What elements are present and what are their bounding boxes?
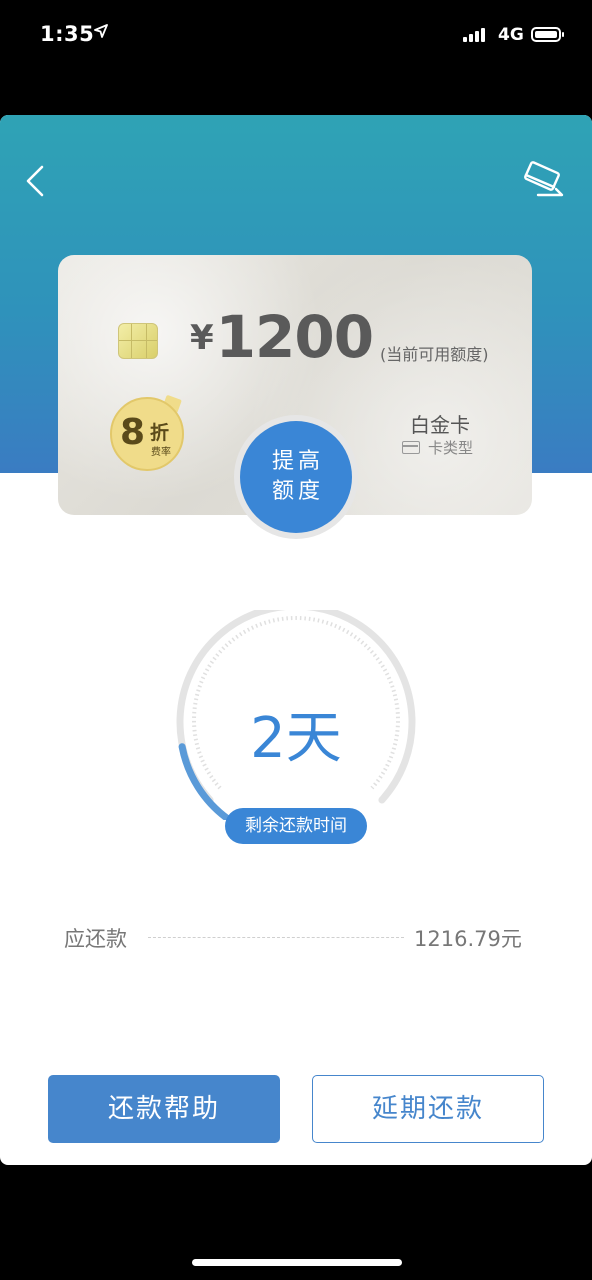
discount-caption: 费率 — [151, 447, 171, 458]
location-arrow-icon — [94, 24, 108, 38]
remaining-days: 2天 — [250, 706, 342, 771]
amount-due-label: 应还款 — [64, 927, 127, 951]
status-bar: 1:35 4G — [0, 0, 592, 74]
battery-icon — [531, 27, 564, 42]
raise-limit-line2: 额度 — [271, 479, 324, 504]
status-time: 1:35 — [40, 22, 95, 46]
amount-due-divider — [148, 937, 404, 938]
card-chip-icon — [118, 323, 158, 359]
discount-unit: 折 — [150, 422, 170, 444]
card-edit-icon[interactable] — [520, 161, 566, 201]
amount-due-value: 1216.79元 — [414, 927, 522, 951]
back-icon[interactable] — [22, 163, 50, 199]
amount-caption: (当前可用额度) — [380, 345, 489, 364]
extend-repayment-button[interactable]: 延期还款 — [312, 1075, 544, 1143]
available-amount: ¥1200 — [190, 303, 374, 371]
discount-number: 8 — [120, 412, 146, 453]
home-indicator — [192, 1259, 402, 1266]
amount-value: 1200 — [215, 303, 374, 371]
card-type-label: 卡类型 — [428, 439, 474, 457]
repayment-screen: ¥1200 (当前可用额度) 8 折 费率 白金卡 卡类型 提高 额度 2天 剩… — [0, 115, 592, 1165]
raise-limit-line1: 提高 — [271, 449, 324, 474]
remaining-time-label: 剩余还款时间 — [225, 808, 367, 844]
card-type-icon — [402, 441, 420, 454]
repayment-help-button[interactable]: 还款帮助 — [48, 1075, 280, 1143]
card-type-name: 白金卡 — [410, 413, 470, 437]
network-type: 4G — [498, 25, 524, 45]
raise-limit-button[interactable]: 提高 额度 — [240, 421, 352, 533]
currency-symbol: ¥ — [190, 318, 214, 358]
